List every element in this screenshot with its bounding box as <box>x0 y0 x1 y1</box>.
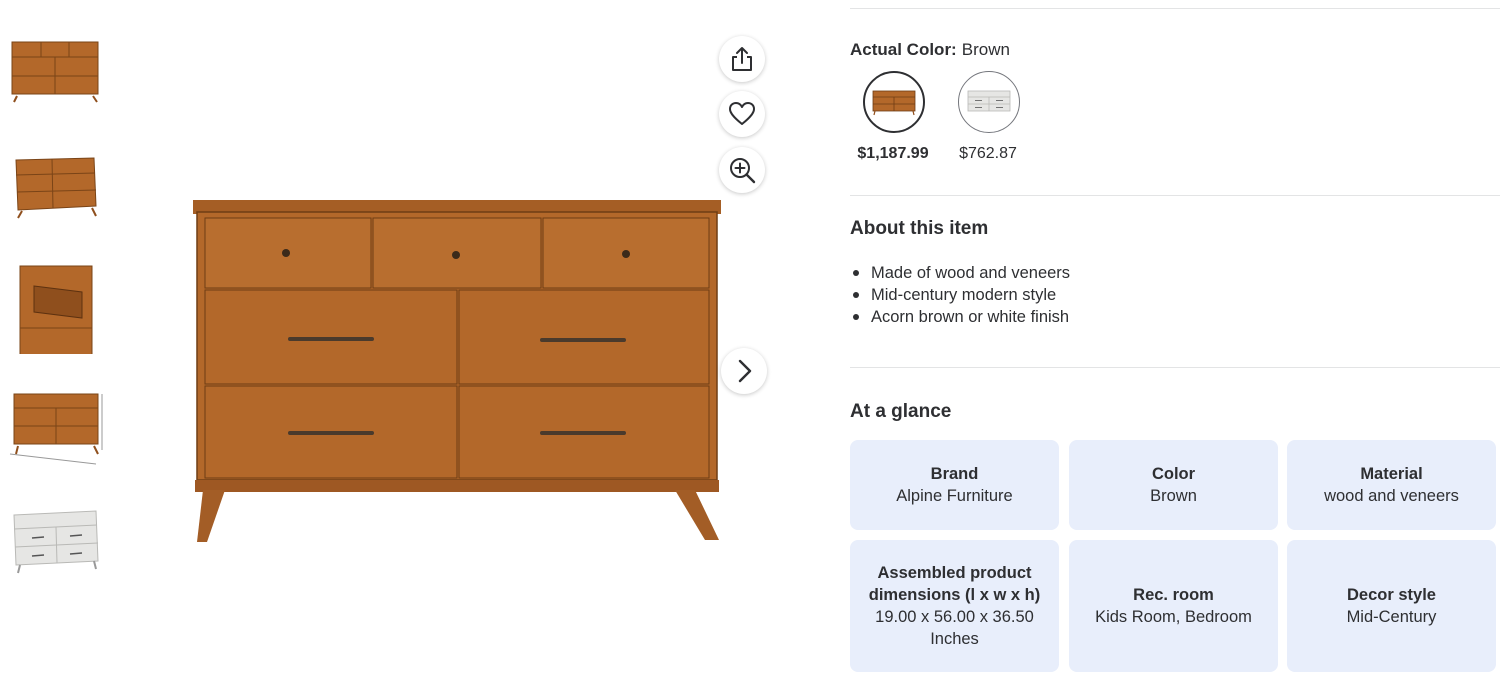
at-a-glance-heading: At a glance <box>850 401 952 422</box>
color-label-value: Brown <box>961 40 1010 59</box>
zoom-button[interactable] <box>719 147 765 193</box>
about-item-heading: About this item <box>850 218 989 239</box>
glance-card-label: Brand <box>930 465 979 483</box>
glance-card-value: Alpine Furniture <box>896 487 1013 505</box>
glance-card-value: Mid-Century <box>1346 608 1437 626</box>
thumbnail-angle-view[interactable] <box>4 138 108 234</box>
color-swatch-white[interactable] <box>958 71 1020 133</box>
glance-card-value: Kids Room, Bedroom <box>1095 608 1252 626</box>
favorite-button[interactable] <box>719 91 765 137</box>
product-details-panel: Actual Color: Brown $1,187.99 $762.87 Abo… <box>850 0 1500 679</box>
divider <box>850 8 1500 9</box>
glance-card-value: Brown <box>1150 487 1197 505</box>
share-button[interactable] <box>719 36 765 82</box>
glance-card-decor-style: Decor style Mid-Century <box>1287 540 1496 672</box>
glance-card-material: Material wood and veneers <box>1287 440 1496 530</box>
brown-price: $1,187.99 <box>857 145 929 162</box>
next-image-button[interactable] <box>721 348 767 394</box>
main-product-image[interactable] <box>185 190 730 555</box>
glance-card-dimensions: Assembled product dimensions (l x w x h)… <box>850 540 1059 672</box>
glance-card-label: Decor style <box>1347 586 1436 604</box>
zoom-in-icon <box>730 158 756 184</box>
glance-card-label: Material <box>1360 465 1423 483</box>
white-dresser-swatch-image <box>967 90 1011 112</box>
glance-card-value: 19.00 x 56.00 x 36.50 Inches <box>875 608 1034 648</box>
white-price: $762.87 <box>959 145 1017 162</box>
brown-dresser-swatch-image <box>872 90 916 116</box>
list-item: Made of wood and veneers <box>850 262 1070 284</box>
glance-card-brand: Brand Alpine Furniture <box>850 440 1059 530</box>
thumbnail-list <box>0 0 112 679</box>
list-item: Mid-century modern style <box>850 284 1070 306</box>
glance-card-label: Rec. room <box>1133 586 1214 604</box>
divider <box>850 195 1500 196</box>
chevron-right-icon <box>738 359 752 383</box>
glance-card-color: Color Brown <box>1069 440 1278 530</box>
heart-icon <box>729 102 755 125</box>
glance-card-rec-room: Rec. room Kids Room, Bedroom <box>1069 540 1278 672</box>
glance-card-label: Color <box>1151 465 1196 483</box>
glance-card-value: wood and veneers <box>1324 487 1459 505</box>
actual-color-label: Actual Color: Brown <box>850 40 1010 60</box>
divider <box>850 367 1500 368</box>
color-label-key: Actual Color: <box>850 40 957 59</box>
thumbnail-dimension-view[interactable] <box>4 378 108 474</box>
thumbnail-white-finish-view[interactable] <box>4 495 108 591</box>
thumbnail-open-drawer-view[interactable] <box>4 258 108 357</box>
about-item-list: Made of wood and veneers Mid-century mod… <box>850 262 1070 328</box>
color-swatch-brown[interactable] <box>863 71 925 133</box>
share-icon <box>732 47 752 71</box>
list-item: Acorn brown or white finish <box>850 306 1070 328</box>
thumbnail-front-view[interactable] <box>4 22 108 118</box>
glance-card-label: Assembled product dimensions (l x w x h) <box>868 564 1041 604</box>
